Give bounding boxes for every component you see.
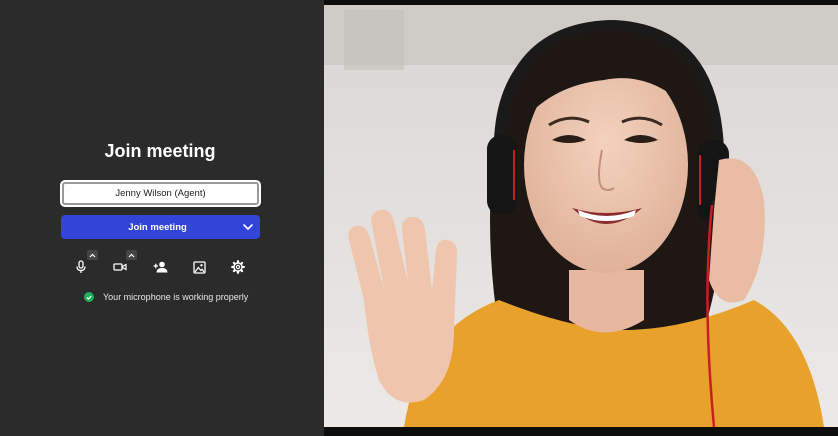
settings-gear-icon (231, 260, 245, 274)
join-panel: Join meeting Join meeting (0, 0, 324, 436)
name-input[interactable] (60, 180, 261, 207)
camera-icon (113, 263, 127, 271)
chevron-up-icon (128, 253, 135, 257)
add-user-icon (153, 261, 167, 273)
page-title: Join meeting (104, 141, 216, 161)
join-meeting-button[interactable]: Join meeting (61, 215, 260, 239)
settings-button[interactable] (229, 258, 247, 276)
chevron-down-icon[interactable] (236, 223, 260, 231)
background-button[interactable] (190, 258, 208, 276)
microphone-status-text: Your microphone is working properly (103, 292, 249, 302)
join-meeting-button-label: Join meeting (128, 221, 187, 233)
check-circle-icon (84, 292, 94, 302)
camera-preview (324, 0, 838, 436)
camera-button[interactable] (111, 258, 129, 276)
microphone-options-toggle[interactable] (87, 250, 98, 260)
background-image-icon (192, 260, 206, 274)
camera-preview-image (324, 0, 838, 436)
invite-participant-button[interactable] (151, 258, 169, 276)
camera-options-toggle[interactable] (126, 250, 137, 260)
microphone-status: Your microphone is working properly (84, 292, 248, 302)
microphone-icon (76, 260, 86, 273)
microphone-button[interactable] (72, 258, 90, 276)
chevron-up-icon (89, 253, 96, 257)
